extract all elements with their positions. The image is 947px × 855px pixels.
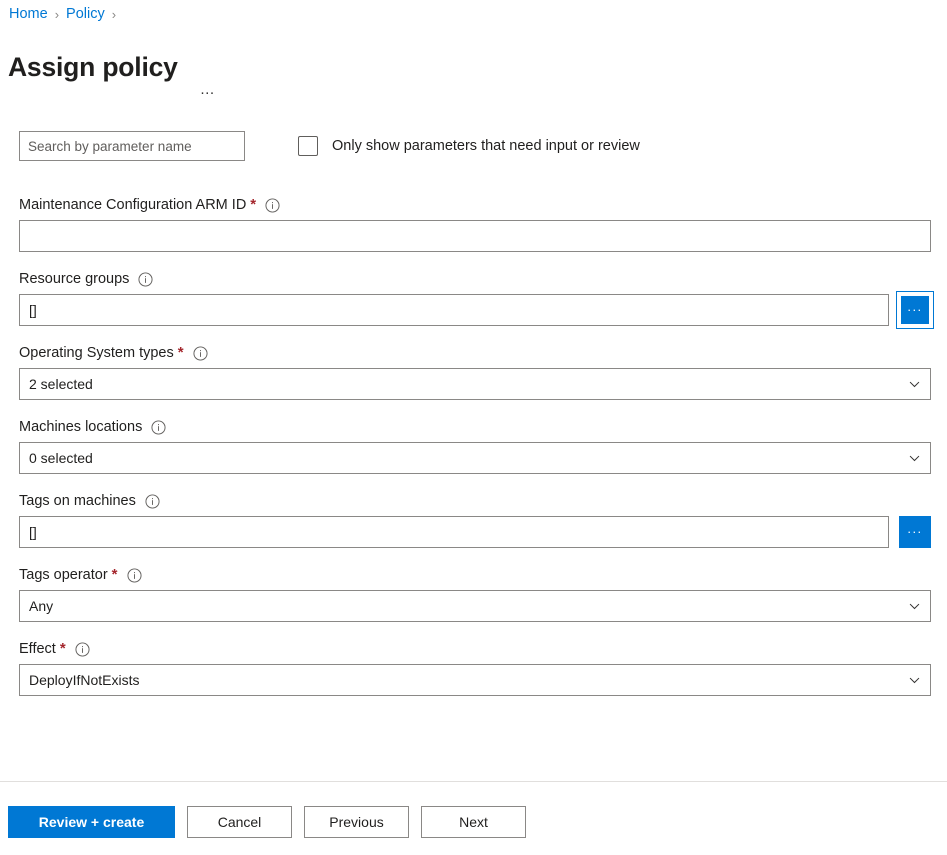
only-show-needed-parameters-checkbox[interactable]: Only show parameters that need input or …	[298, 136, 640, 156]
info-icon[interactable]	[138, 271, 153, 287]
breadcrumb-separator-icon: ›	[54, 6, 60, 22]
field-label-text: Effect	[19, 641, 56, 657]
info-icon[interactable]	[265, 197, 280, 213]
field-operating-system-types: Operating System types * 2 selected	[19, 342, 931, 400]
info-icon[interactable]	[75, 641, 90, 657]
cancel-button[interactable]: Cancel	[187, 806, 292, 838]
machines-locations-dropdown[interactable]: 0 selected	[19, 442, 931, 474]
page-title: Assign policy	[8, 51, 178, 82]
field-label: Operating System types *	[19, 342, 931, 364]
resource-groups-input[interactable]	[19, 294, 889, 326]
field-label: Effect *	[19, 638, 931, 660]
field-label: Tags operator *	[19, 564, 931, 586]
chevron-down-icon	[908, 600, 921, 613]
footer-actions: Review + create Cancel Previous Next	[8, 806, 526, 838]
breadcrumb-separator-icon: ›	[111, 6, 117, 22]
field-control: ...	[19, 291, 934, 329]
page-header: Assign policy …	[8, 32, 216, 102]
breadcrumb-item-policy[interactable]: Policy	[65, 6, 106, 22]
chevron-down-icon	[908, 452, 921, 465]
field-label: Resource groups	[19, 268, 931, 290]
effect-dropdown[interactable]: DeployIfNotExists	[19, 664, 931, 696]
breadcrumb: Home › Policy ›	[8, 3, 122, 25]
checkbox-label: Only show parameters that need input or …	[332, 138, 640, 154]
tags-operator-dropdown[interactable]: Any	[19, 590, 931, 622]
maintenance-configuration-arm-id-input[interactable]	[19, 220, 931, 252]
field-effect: Effect * DeployIfNotExists	[19, 638, 931, 696]
chevron-down-icon	[908, 674, 921, 687]
next-button[interactable]: Next	[421, 806, 526, 838]
required-asterisk: *	[59, 640, 66, 657]
field-label: Tags on machines	[19, 490, 931, 512]
tags-on-machines-input[interactable]	[19, 516, 889, 548]
parameter-filter-row: Only show parameters that need input or …	[19, 131, 640, 161]
parameters-form: Maintenance Configuration ARM ID * Resou…	[19, 194, 934, 712]
resource-groups-picker-button[interactable]: ...	[896, 291, 934, 329]
field-label-text: Operating System types	[19, 345, 174, 361]
review-create-button[interactable]: Review + create	[8, 806, 175, 838]
field-resource-groups: Resource groups ...	[19, 268, 934, 329]
info-icon[interactable]	[145, 493, 160, 509]
field-control: ...	[19, 516, 931, 548]
dropdown-value: Any	[29, 598, 54, 614]
ellipsis-icon: ...	[907, 521, 923, 536]
field-control	[19, 220, 931, 252]
field-machines-locations: Machines locations 0 selected	[19, 416, 931, 474]
field-label: Maintenance Configuration ARM ID *	[19, 194, 931, 216]
info-icon[interactable]	[126, 567, 142, 583]
dropdown-value: DeployIfNotExists	[29, 672, 140, 688]
field-tags-operator: Tags operator * Any	[19, 564, 931, 622]
field-label-text: Maintenance Configuration ARM ID	[19, 197, 247, 213]
field-label-text: Resource groups	[19, 271, 130, 287]
required-asterisk: *	[111, 566, 118, 583]
field-maintenance-configuration-arm-id: Maintenance Configuration ARM ID *	[19, 194, 931, 252]
breadcrumb-item-home[interactable]: Home	[8, 6, 49, 22]
field-tags-on-machines: Tags on machines ...	[19, 490, 931, 548]
chevron-down-icon	[908, 378, 921, 391]
checkbox-box-icon[interactable]	[298, 136, 318, 156]
field-label-text: Tags on machines	[19, 493, 136, 509]
ellipsis-icon: ...	[907, 299, 923, 314]
dropdown-value: 2 selected	[29, 376, 93, 392]
assign-policy-page: Home › Policy › Assign policy … Only sho…	[0, 0, 947, 855]
tags-on-machines-picker-button[interactable]: ...	[899, 516, 931, 548]
previous-button[interactable]: Previous	[304, 806, 409, 838]
info-icon[interactable]	[151, 419, 166, 435]
footer-divider	[0, 781, 947, 782]
field-label: Machines locations	[19, 416, 931, 438]
more-options-icon[interactable]: …	[200, 82, 217, 97]
required-asterisk: *	[177, 344, 184, 361]
field-label-text: Machines locations	[19, 419, 143, 435]
search-input[interactable]	[19, 131, 245, 161]
dropdown-value: 0 selected	[29, 450, 93, 466]
operating-system-types-dropdown[interactable]: 2 selected	[19, 368, 931, 400]
info-icon[interactable]	[193, 345, 208, 361]
required-asterisk: *	[250, 196, 257, 213]
field-label-text: Tags operator	[19, 567, 108, 583]
